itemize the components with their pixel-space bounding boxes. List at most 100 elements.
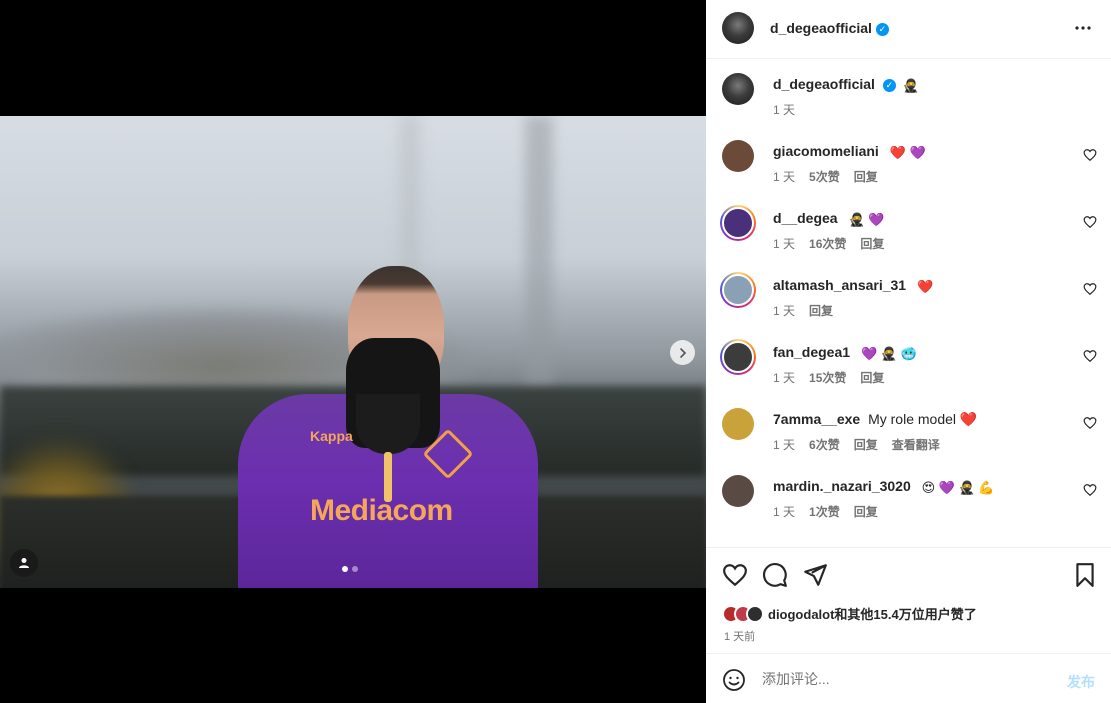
story-ring[interactable] <box>720 339 756 375</box>
jersey-brand: Kappa <box>310 428 353 444</box>
comment-time: 1 天 <box>773 371 796 385</box>
post-actions: diogodalot和其他15.4万位用户赞了 1 天前 <box>706 547 1111 653</box>
comment-item: altamash_ansari_31 ❤️ 1 天回复 <box>706 260 1111 327</box>
comment-item: 7amma__exe My role model ❤️ 1 天 6次赞 回复 查看翻译 <box>706 394 1111 461</box>
comment-body: ❤️ <box>916 279 934 294</box>
avatar[interactable] <box>722 341 754 373</box>
comment-time: 1 天 <box>773 170 796 184</box>
author-username[interactable]: d_degeaofficial ✓ <box>770 20 889 36</box>
comment-item <box>706 537 1111 547</box>
tagged-users-button[interactable] <box>10 549 38 577</box>
avatar[interactable] <box>722 140 754 172</box>
carousel-dot <box>342 566 348 572</box>
post-comment-button[interactable]: 发布 <box>1067 672 1095 692</box>
caption: d_degeaofficial ✓ 🥷 1 天 <box>706 59 1111 126</box>
caption-time: 1 天 <box>773 103 796 117</box>
comment-text: altamash_ansari_31 ❤️ <box>773 277 933 295</box>
avatar[interactable] <box>722 475 754 507</box>
reply-button[interactable]: 回复 <box>854 170 878 184</box>
reply-button[interactable]: 回复 <box>860 237 884 251</box>
comment-meta: 1 天 15次赞 回复 <box>773 369 898 386</box>
caption-body: 🥷 <box>902 78 919 93</box>
comment-username[interactable]: 7amma__exe <box>773 411 860 427</box>
comment-body: 🥷 💜 <box>848 212 885 227</box>
heart-icon[interactable] <box>1083 416 1097 430</box>
post-media: Kappa Mediacom <box>0 0 706 703</box>
comment-time: 1 天 <box>773 505 796 519</box>
heart-icon[interactable] <box>1083 215 1097 229</box>
comment-likes[interactable]: 6次赞 <box>809 438 840 452</box>
reply-button[interactable]: 回复 <box>854 438 878 452</box>
chevron-right-icon <box>679 347 686 358</box>
comment-text: d__degea 🥷 💜 <box>773 210 884 228</box>
likes-summary[interactable]: diogodalot和其他15.4万位用户赞了 <box>722 604 977 623</box>
comment-meta: 1 天 16次赞 回复 <box>773 235 898 252</box>
jersey-collar <box>356 394 420 454</box>
comment-username[interactable]: d__degea <box>773 210 838 226</box>
comment-username[interactable]: fan_degea1 <box>773 344 850 360</box>
comment-text: giacomomeliani ❤️ 💜 <box>773 143 926 161</box>
comment-input[interactable] <box>762 666 1052 692</box>
story-ring[interactable] <box>720 272 756 308</box>
user-tag-icon <box>19 558 29 568</box>
avatar[interactable] <box>722 274 754 306</box>
heart-icon[interactable] <box>1083 282 1097 296</box>
comment-time: 1 天 <box>773 237 796 251</box>
comment-item: d__degea 🥷 💜 1 天 16次赞 回复 <box>706 193 1111 260</box>
comment-likes[interactable]: 1次赞 <box>809 505 840 519</box>
post-timestamp[interactable]: 1 天前 <box>724 628 755 644</box>
comments-list[interactable]: d_degeaofficial ✓ 🥷 1 天 giacomomeliani ❤️… <box>706 59 1111 547</box>
avatar[interactable] <box>722 408 754 440</box>
player-figure: Kappa Mediacom <box>238 266 538 588</box>
comment-body: 💜 🥷 🥶 <box>860 346 917 361</box>
story-ring[interactable] <box>720 205 756 241</box>
emoji-icon[interactable] <box>722 668 746 692</box>
bookmark-icon[interactable] <box>1072 562 1098 588</box>
reply-button[interactable]: 回复 <box>809 304 833 318</box>
caption-username[interactable]: d_degeaofficial <box>773 76 875 92</box>
more-icon <box>1075 26 1091 30</box>
avatar[interactable] <box>722 73 754 105</box>
caption-meta: 1 天 <box>773 101 809 118</box>
heart-icon[interactable] <box>1083 483 1097 497</box>
avatar[interactable] <box>722 12 754 44</box>
comment-username[interactable]: giacomomeliani <box>773 143 879 159</box>
post-header: d_degeaofficial ✓ <box>706 0 1111 59</box>
heart-icon[interactable] <box>1083 148 1097 162</box>
comment-meta: 1 天 5次赞 回复 <box>773 168 892 185</box>
heart-icon[interactable] <box>722 562 748 588</box>
comment-likes[interactable]: 16次赞 <box>809 237 846 251</box>
comment-body: My role model ❤️ <box>868 411 978 427</box>
comment-username[interactable]: altamash_ansari_31 <box>773 277 906 293</box>
comment-likes[interactable]: 15次赞 <box>809 371 846 385</box>
jersey-sponsor: Mediacom <box>310 494 453 527</box>
carousel-indicator <box>342 566 358 572</box>
post-photo[interactable]: Kappa Mediacom <box>0 116 706 588</box>
comment-meta: 1 天 6次赞 回复 查看翻译 <box>773 436 954 453</box>
avatar[interactable] <box>722 207 754 239</box>
comment-likes[interactable]: 5次赞 <box>809 170 840 184</box>
likes-count-text[interactable]: diogodalot和其他15.4万位用户赞了 <box>768 604 977 623</box>
heart-icon[interactable] <box>1083 349 1097 363</box>
comment-meta: 1 天 1次赞 回复 <box>773 503 892 520</box>
reply-button[interactable]: 回复 <box>860 371 884 385</box>
comment-text: fan_degea1 💜 🥷 🥶 <box>773 344 917 362</box>
comment-item: mardin._nazari_3020 😍 💜 🥷 💪 1 天 1次赞 回复 <box>706 461 1111 528</box>
avatar <box>746 604 764 623</box>
comment-username[interactable]: mardin._nazari_3020 <box>773 478 911 494</box>
comment-text: mardin._nazari_3020 😍 💜 🥷 💪 <box>773 478 995 496</box>
carousel-next-button[interactable] <box>670 340 695 365</box>
comment-body: 😍 💜 🥷 💪 <box>921 480 995 495</box>
comment-icon[interactable] <box>762 562 788 588</box>
reply-button[interactable]: 回复 <box>854 505 878 519</box>
more-options-button[interactable] <box>1073 18 1093 38</box>
carousel-dot <box>352 566 358 572</box>
post-side-panel: d_degeaofficial ✓ d_degeaofficial ✓ 🥷 1 天 … <box>706 0 1111 703</box>
comment-text: 7amma__exe My role model ❤️ <box>773 411 977 428</box>
share-icon[interactable] <box>802 562 828 588</box>
comment-body: ❤️ 💜 <box>889 145 926 160</box>
caption-text: d_degeaofficial ✓ 🥷 <box>773 76 919 94</box>
verified-badge-icon: ✓ <box>882 79 896 92</box>
see-translation-button[interactable]: 查看翻译 <box>892 438 940 452</box>
author-name-text[interactable]: d_degeaofficial <box>770 20 872 36</box>
